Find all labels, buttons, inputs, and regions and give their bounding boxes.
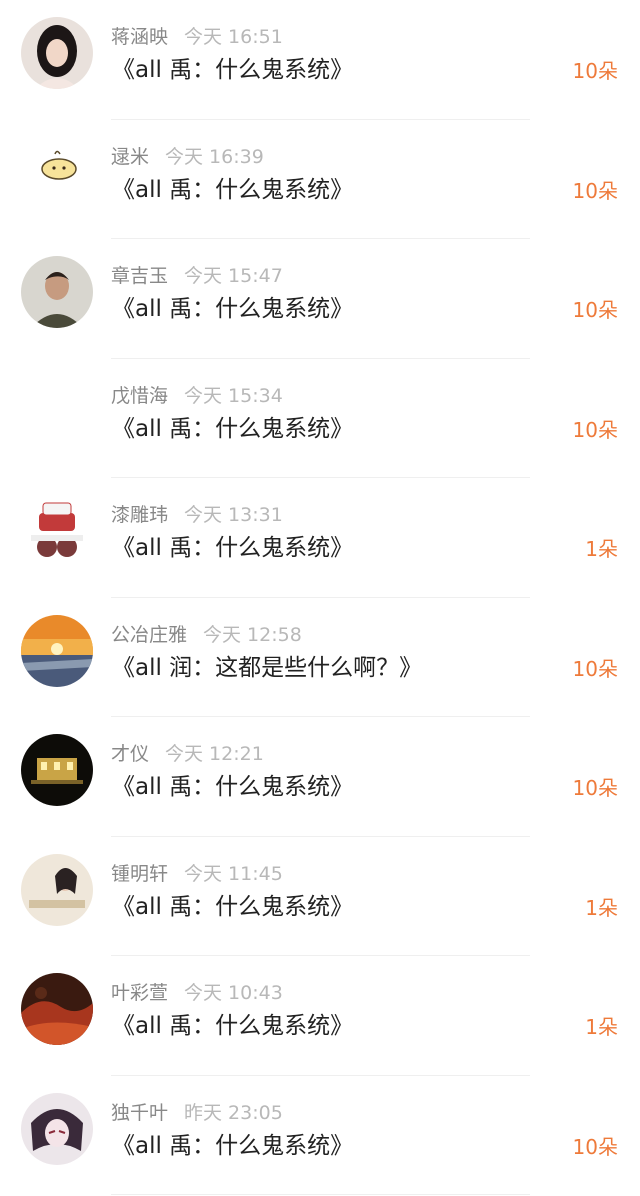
- gift-count: 1朵: [585, 537, 618, 561]
- user-name[interactable]: 才仪: [111, 743, 149, 765]
- user-name[interactable]: 独千叶: [111, 1102, 168, 1124]
- timestamp: 今天 15:34: [184, 384, 283, 407]
- entry-meta: 才仪 今天 12:21: [111, 741, 264, 767]
- entry-meta: 逯米 今天 16:39: [111, 144, 264, 170]
- entry-meta: 章吉玉 今天 15:47: [111, 263, 283, 289]
- gift-count: 10朵: [572, 298, 618, 322]
- entry-meta: 公冶庄雅 今天 12:58: [111, 622, 302, 648]
- book-title[interactable]: 《all 禹：什么鬼系统》: [112, 772, 353, 802]
- timestamp: 今天 16:39: [165, 145, 264, 168]
- user-name[interactable]: 叶彩萱: [111, 982, 168, 1004]
- book-title[interactable]: 《all 禹：什么鬼系统》: [112, 175, 353, 205]
- avatar[interactable]: [21, 853, 93, 926]
- user-name[interactable]: 漆雕玮: [111, 504, 168, 526]
- user-name[interactable]: 逯米: [111, 146, 149, 168]
- list-item[interactable]: 戊惜海 今天 15:34 《all 禹：什么鬼系统》 10朵: [0, 359, 640, 478]
- book-title[interactable]: 《all 禹：什么鬼系统》: [112, 892, 353, 922]
- list-item[interactable]: 叶彩萱 今天 10:43 《all 禹：什么鬼系统》 1朵: [0, 956, 640, 1076]
- divider: [111, 1194, 530, 1195]
- user-name[interactable]: 锺明轩: [111, 863, 168, 885]
- timestamp: 今天 13:31: [184, 504, 283, 526]
- gift-count: 1朵: [585, 895, 618, 920]
- user-name[interactable]: 蒋涵映: [111, 26, 168, 48]
- avatar[interactable]: [21, 495, 93, 567]
- list-item[interactable]: 逯米 今天 16:39 《all 禹：什么鬼系统》 10朵: [0, 120, 640, 239]
- entry-meta: 独千叶 昨天 23:05: [111, 1100, 283, 1126]
- list-item[interactable]: 章吉玉 今天 15:47 《all 禹：什么鬼系统》 10朵: [0, 239, 640, 359]
- entry-meta: 漆雕玮 今天 13:31: [111, 502, 283, 528]
- avatar[interactable]: [21, 973, 93, 1045]
- avatar[interactable]: [21, 1092, 93, 1165]
- book-title[interactable]: 《all 禹：什么鬼系统》: [112, 533, 353, 563]
- entry-meta: 叶彩萱 今天 10:43: [111, 980, 283, 1006]
- gift-count: 1朵: [585, 1015, 618, 1039]
- book-title[interactable]: 《all 禹：什么鬼系统》: [112, 55, 353, 85]
- gift-count: 10朵: [572, 417, 618, 442]
- list-item[interactable]: 公冶庄雅 今天 12:58 《all 润：这都是些什么啊？》 10朵: [0, 598, 640, 717]
- timestamp: 今天 15:47: [184, 265, 283, 287]
- book-title[interactable]: 《all 禹：什么鬼系统》: [112, 1011, 353, 1041]
- user-name[interactable]: 公冶庄雅: [111, 624, 187, 646]
- avatar[interactable]: [21, 17, 93, 89]
- list-item[interactable]: 独千叶 昨天 23:05 《all 禹：什么鬼系统》 10朵: [0, 1076, 640, 1195]
- list-item[interactable]: 才仪 今天 12:21 《all 禹：什么鬼系统》 10朵: [0, 717, 640, 837]
- book-title[interactable]: 《all 禹：什么鬼系统》: [112, 414, 353, 444]
- avatar[interactable]: [21, 256, 93, 328]
- user-name[interactable]: 章吉玉: [111, 265, 168, 287]
- list-item[interactable]: 蒋涵映 今天 16:51 《all 禹：什么鬼系统》 10朵: [0, 0, 640, 120]
- book-title[interactable]: 《all 禹：什么鬼系统》: [112, 1131, 353, 1161]
- entry-meta: 锺明轩 今天 11:45: [111, 861, 283, 887]
- gift-count: 10朵: [572, 776, 618, 800]
- gift-count: 10朵: [572, 59, 618, 83]
- book-title[interactable]: 《all 润：这都是些什么啊？》: [112, 653, 422, 683]
- gift-count: 10朵: [572, 1134, 618, 1159]
- timestamp: 今天 12:21: [165, 743, 264, 765]
- timestamp: 今天 12:58: [203, 623, 302, 646]
- reward-list: 蒋涵映 今天 16:51 《all 禹：什么鬼系统》 10朵 逯米 今天 16:39…: [0, 0, 640, 1195]
- entry-meta: 戊惜海 今天 15:34: [111, 383, 283, 409]
- list-item[interactable]: 锺明轩 今天 11:45 《all 禹：什么鬼系统》 1朵: [0, 837, 640, 956]
- user-name[interactable]: 戊惜海: [111, 385, 168, 407]
- entry-meta: 蒋涵映 今天 16:51: [111, 24, 283, 50]
- avatar[interactable]: [21, 614, 93, 687]
- avatar[interactable]: [21, 734, 93, 806]
- timestamp: 今天 11:45: [184, 862, 283, 885]
- book-title[interactable]: 《all 禹：什么鬼系统》: [112, 294, 353, 324]
- gift-count: 10朵: [572, 178, 618, 203]
- avatar[interactable]: [21, 136, 93, 209]
- timestamp: 昨天 23:05: [184, 1101, 283, 1124]
- timestamp: 今天 16:51: [184, 26, 283, 48]
- timestamp: 今天 10:43: [184, 982, 283, 1004]
- gift-count: 10朵: [572, 656, 618, 681]
- list-item[interactable]: 漆雕玮 今天 13:31 《all 禹：什么鬼系统》 1朵: [0, 478, 640, 598]
